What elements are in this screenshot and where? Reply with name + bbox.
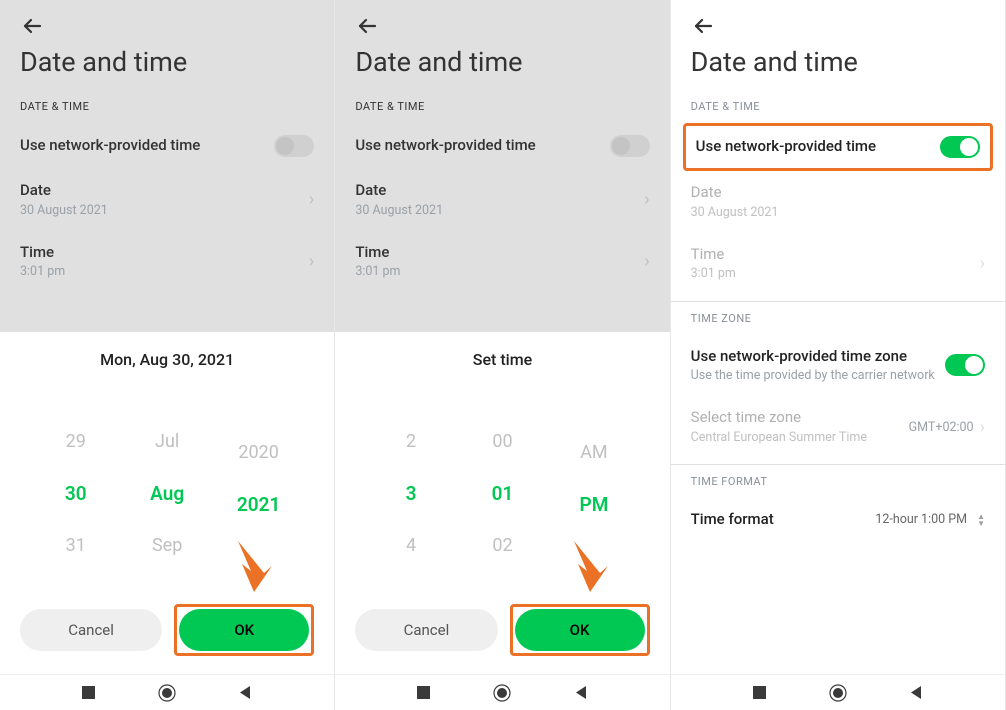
day-column[interactable]: 29 30 31 (30, 397, 121, 590)
time-picker-title: Set time (335, 350, 669, 369)
nav-back-icon[interactable] (909, 685, 924, 700)
time-picker-sheet: Set time 2 3 4 00 01 02 AM PM Cancel (335, 332, 669, 674)
use-network-time-row[interactable]: Use network-provided time (0, 123, 334, 169)
date-row[interactable]: Date 30 August 2021 › (0, 169, 334, 231)
updown-icon: ▲▼ (977, 513, 985, 527)
chevron-right-icon: › (309, 189, 314, 210)
date-picker-sheet: Mon, Aug 30, 2021 29 30 31 Jul Aug Sep 2… (0, 332, 334, 674)
pointer-arrow-icon (224, 539, 274, 594)
nav-home-icon[interactable] (493, 684, 511, 702)
nav-back-icon[interactable] (574, 685, 589, 700)
time-picker[interactable]: 2 3 4 00 01 02 AM PM (335, 397, 669, 590)
use-network-tz-toggle[interactable] (945, 354, 985, 376)
chevron-right-icon: › (309, 251, 314, 272)
date-picker-title: Mon, Aug 30, 2021 (0, 350, 334, 369)
nav-recent-icon[interactable] (752, 685, 767, 700)
ok-button[interactable]: OK (515, 609, 645, 651)
back-icon[interactable] (355, 14, 379, 38)
nav-home-icon[interactable] (829, 684, 847, 702)
nav-back-icon[interactable] (238, 685, 253, 700)
use-network-time-toggle[interactable] (940, 136, 980, 158)
date-row[interactable]: Date 30 August 2021 › (335, 169, 669, 231)
pointer-arrow-icon (560, 539, 610, 594)
cancel-button[interactable]: Cancel (355, 609, 497, 651)
chevron-right-icon: › (644, 251, 649, 272)
time-value: 3:01 pm (691, 266, 980, 282)
page-title: Date and time (671, 40, 1005, 96)
cancel-button[interactable]: Cancel (20, 609, 162, 651)
minute-column[interactable]: 00 01 02 (457, 397, 548, 590)
use-network-time-row[interactable]: Use network-provided time (683, 123, 993, 171)
date-label: Date (691, 183, 985, 203)
nav-bar (335, 674, 669, 710)
section-date-time: DATE & TIME (0, 96, 334, 123)
use-network-time-label: Use network-provided time (696, 137, 940, 157)
use-network-time-label: Use network-provided time (355, 136, 609, 156)
select-timezone-value: GMT+02:00 (909, 420, 974, 435)
select-timezone-label: Select time zone (691, 408, 909, 428)
back-icon[interactable] (691, 14, 715, 38)
ok-button[interactable]: OK (179, 609, 309, 651)
time-label: Time (355, 243, 644, 263)
section-date-time: DATE & TIME (335, 96, 669, 123)
ok-highlight: OK (174, 604, 314, 656)
use-network-time-toggle[interactable] (274, 135, 314, 157)
date-label: Date (20, 181, 309, 201)
page-title: Date and time (0, 40, 334, 96)
date-row: Date 30 August 2021 (671, 171, 1005, 233)
nav-recent-icon[interactable] (81, 685, 96, 700)
chevron-right-icon: › (980, 253, 985, 274)
nav-bar (671, 674, 1005, 710)
section-timezone: TIME ZONE (671, 308, 1005, 335)
time-label: Time (20, 243, 309, 263)
back-icon[interactable] (20, 14, 44, 38)
use-network-tz-row[interactable]: Use network-provided time zone Use the t… (671, 335, 1005, 397)
time-format-label: Time format (691, 510, 876, 530)
section-date-time: DATE & TIME (671, 96, 1005, 123)
date-label: Date (355, 181, 644, 201)
nav-bar (0, 674, 334, 710)
time-label: Time (691, 245, 980, 265)
time-row[interactable]: Time 3:01 pm › (335, 231, 669, 293)
select-timezone-sub: Central European Summer Time (691, 430, 909, 446)
time-format-value: 12-hour 1:00 PM (875, 512, 967, 527)
page-title: Date and time (335, 40, 669, 96)
date-value: 30 August 2021 (355, 203, 644, 219)
section-timeformat: TIME FORMAT (671, 471, 1005, 498)
ok-highlight: OK (510, 604, 650, 656)
time-row: Time 3:01 pm › (671, 233, 1005, 295)
date-value: 30 August 2021 (691, 205, 985, 221)
chevron-right-icon: › (644, 189, 649, 210)
date-picker[interactable]: 29 30 31 Jul Aug Sep 2020 2021 (0, 397, 334, 590)
use-network-tz-sub: Use the time provided by the carrier net… (691, 368, 945, 384)
time-value: 3:01 pm (20, 264, 309, 280)
chevron-right-icon: › (980, 417, 985, 438)
use-network-time-row[interactable]: Use network-provided time (335, 123, 669, 169)
nav-recent-icon[interactable] (416, 685, 431, 700)
use-network-time-toggle[interactable] (610, 135, 650, 157)
month-column[interactable]: Jul Aug Sep (121, 397, 212, 590)
hour-column[interactable]: 2 3 4 (365, 397, 456, 590)
date-value: 30 August 2021 (20, 203, 309, 219)
time-row[interactable]: Time 3:01 pm › (0, 231, 334, 293)
use-network-time-label: Use network-provided time (20, 136, 274, 156)
use-network-tz-label: Use network-provided time zone (691, 347, 945, 367)
time-format-row[interactable]: Time format 12-hour 1:00 PM ▲▼ (671, 498, 1005, 542)
nav-home-icon[interactable] (158, 684, 176, 702)
time-value: 3:01 pm (355, 264, 644, 280)
select-timezone-row: Select time zone Central European Summer… (671, 396, 1005, 458)
